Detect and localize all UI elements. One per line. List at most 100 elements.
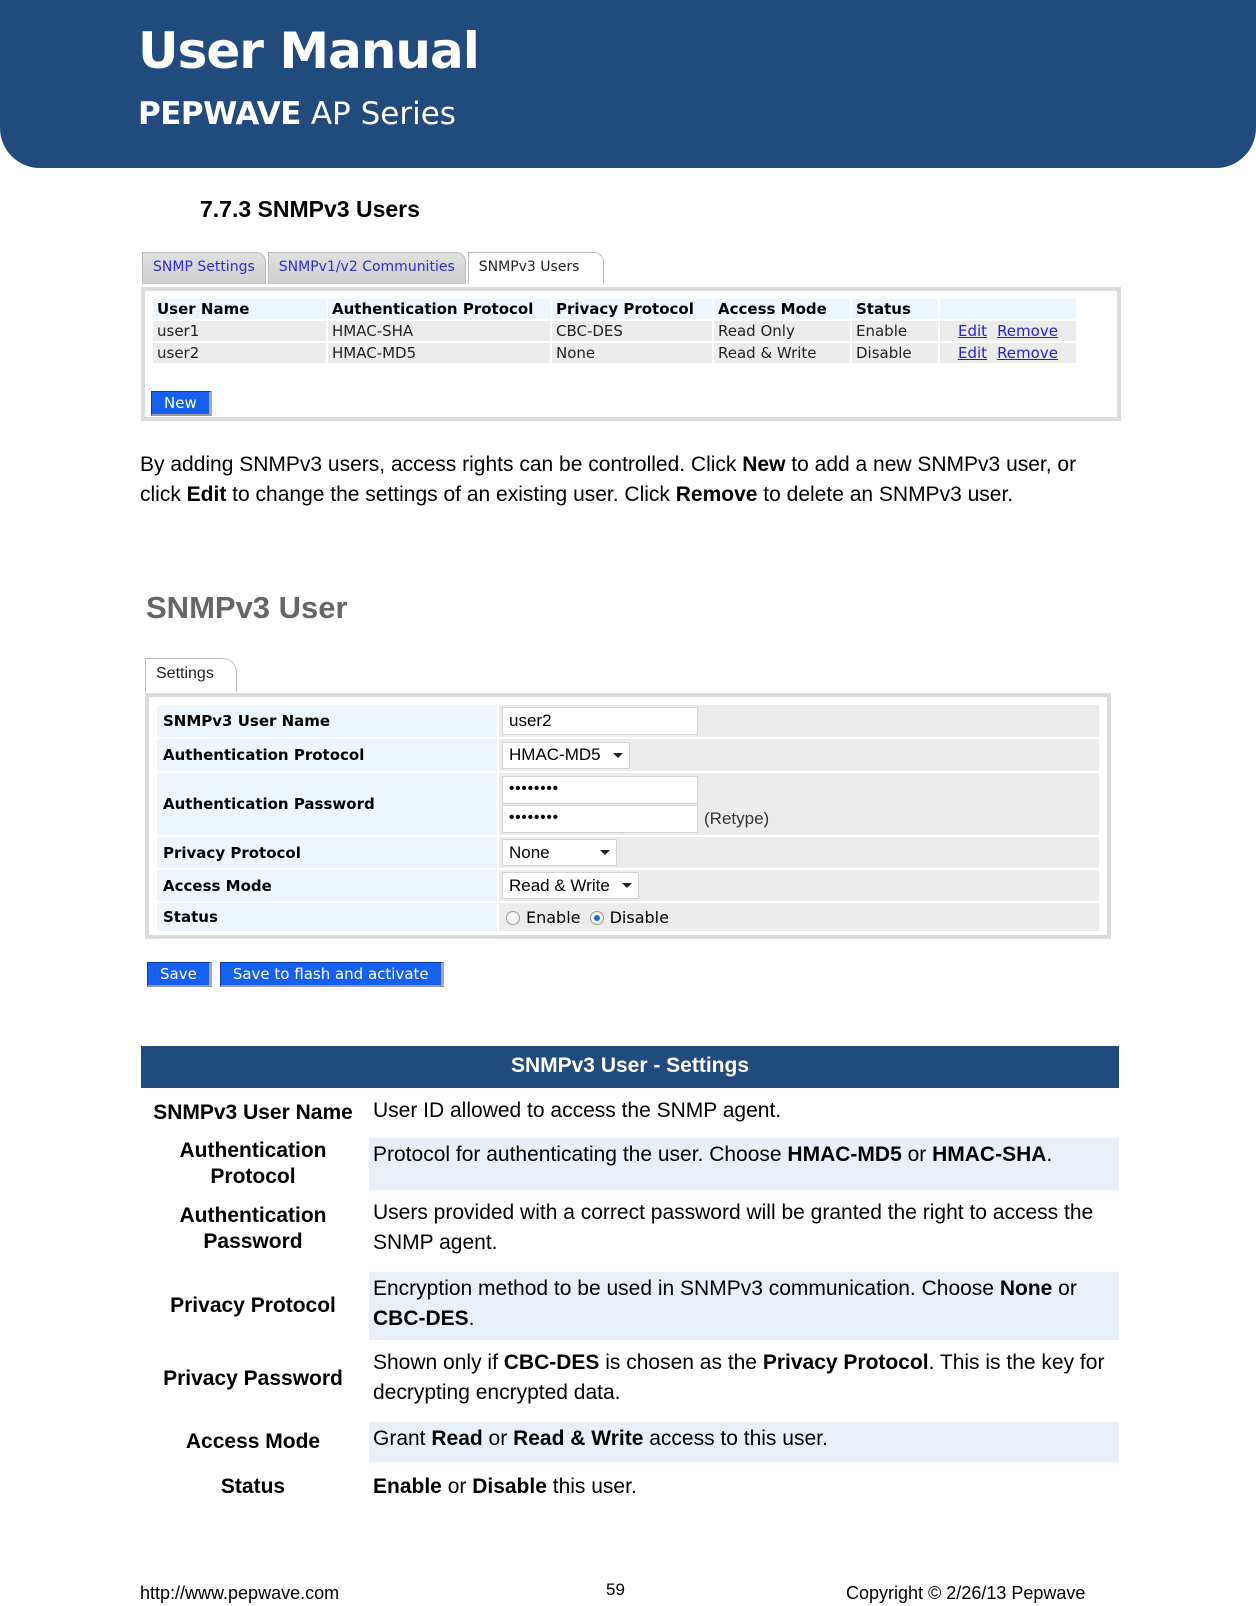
text: User ID allowed to access the SNMP agent… [373,1099,782,1122]
bold-text: None [999,1277,1053,1300]
setting-name: Privacy Password [163,1367,343,1390]
manual-title: User Manual [138,22,480,80]
settings-table-row: Status Enable or Disable this user. [141,1470,1119,1504]
bold-text: HMAC-MD5 [787,1143,902,1166]
text: Users provided with a correct password w… [373,1201,1094,1254]
user-name-input[interactable]: user2 [502,707,698,735]
access-mode-select[interactable]: Read & Write [502,872,639,899]
header-banner: User Manual PEPWAVE AP Series [0,0,1256,168]
auth-password-input[interactable]: •••••••• [502,775,698,804]
users-panel: User Name Authentication Protocol Privac… [141,287,1121,421]
text: . [1046,1143,1053,1166]
remove-link[interactable]: Remove [997,322,1058,340]
setting-description: Enable or Disable this user. [369,1470,1119,1504]
bold-text: Read & Write [513,1427,644,1450]
settings-table-row: Privacy Password Shown only if CBC-DES is… [141,1346,1119,1412]
table-row: user1 HMAC-SHA CBC-DES Read Only Enable … [153,321,1076,341]
tab-snmp-settings[interactable]: SNMP Settings [142,252,266,284]
setting-description: Encryption method to be used in SNMPv3 c… [369,1272,1119,1340]
form-row-status: Status Enable Disable [157,903,1099,931]
users-table: User Name Authentication Protocol Privac… [151,297,1078,365]
table-row: user2 HMAC-MD5 None Read & Write Disable… [153,343,1076,363]
settings-table-row: SNMPv3 User Name User ID allowed to acces… [141,1094,1119,1128]
save-button[interactable]: Save [147,962,212,987]
privacy-protocol-select[interactable]: None [502,839,617,866]
auth-protocol-select[interactable]: HMAC-MD5 [502,741,630,769]
text: . [468,1307,475,1330]
settings-form-table: SNMPv3 User Name user2 Authentication Pr… [155,703,1101,933]
privacy-protocol-cell: None [552,343,712,363]
text: By adding SNMPv3 users, access rights ca… [140,453,743,476]
field-label: Authentication Protocol [157,739,497,771]
section-heading: 7.7.3 SNMPv3 Users [200,196,420,222]
col-access-mode: Access Mode [714,299,850,319]
setting-name: Status [220,1475,286,1498]
col-auth-protocol: Authentication Protocol [328,299,550,319]
setting-description: Grant Read or Read & Write access to thi… [369,1422,1119,1462]
edit-link[interactable]: Edit [958,344,987,362]
tab-settings[interactable]: Settings [145,658,237,692]
form-title: SNMPv3 User [146,590,348,625]
field-value: user2 [499,705,1099,737]
series-name: AP Series [310,96,456,132]
status-disable-radio[interactable] [589,911,604,925]
form-row-privacy-protocol: Privacy Protocol None [157,837,1099,868]
snmp-tabs: SNMP Settings SNMPv1/v2 Communities SNMP… [142,252,606,284]
field-label: Status [157,903,497,931]
text: Grant [373,1427,432,1450]
bold-text: Remove [675,483,758,506]
col-user-name: User Name [153,299,326,319]
bold-text: Disable [472,1475,547,1498]
form-buttons: Save Save to flash and activate [147,962,444,987]
bold-text: Enable [373,1475,442,1498]
auth-password-retype-input[interactable]: •••••••• [502,804,698,833]
text: is chosen as the [599,1351,763,1374]
settings-table-row: Authentication Password Users provided wi… [141,1196,1119,1262]
setting-description: Shown only if CBC-DES is chosen as the P… [369,1346,1119,1412]
remove-link[interactable]: Remove [997,344,1058,362]
footer-copyright: Copyright © 2/26/13 Pepwave [846,1583,1086,1603]
radio-label: Enable [526,907,581,927]
field-value: None [499,837,1099,868]
access-mode-cell: Read Only [714,321,850,341]
settings-table-row: Privacy Protocol Encryption method to be … [141,1272,1119,1340]
settings-table-title: SNMPv3 User - Settings [141,1046,1119,1088]
edit-link[interactable]: Edit [958,322,987,340]
text: Shown only if [373,1351,504,1374]
new-user-button[interactable]: New [151,391,212,416]
setting-name: Authentication Protocol [179,1139,327,1188]
footer-url[interactable]: http://www.pepwave.com [140,1583,339,1604]
chevron-down-icon [600,850,610,855]
form-row-user-name: SNMPv3 User Name user2 [157,705,1099,737]
bold-text: HMAC-SHA [932,1143,1047,1166]
form-tabs: Settings [145,658,237,692]
retype-label: (Retype) [704,808,770,828]
user-name-cell: user2 [153,343,326,363]
selected-value: Read & Write [509,875,610,895]
text: or [441,1475,473,1498]
actions-cell: Edit Remove [940,343,1076,363]
field-label: Access Mode [157,870,497,901]
save-activate-button[interactable]: Save to flash and activate [219,962,444,987]
status-enable-radio[interactable] [506,911,520,925]
tab-snmpv3-users[interactable]: SNMPv3 Users [467,252,605,284]
tab-snmp-communities[interactable]: SNMPv1/v2 Communities [267,252,466,284]
user-name-cell: user1 [153,321,326,341]
field-value: •••••••• •••••••• (Retype) [499,773,1099,835]
chevron-down-icon [612,752,623,758]
page-number: 59 [606,1580,625,1599]
form-row-auth-protocol: Authentication Protocol HMAC-MD5 [157,739,1099,771]
text: or [901,1143,933,1166]
radio-label: Disable [609,907,669,927]
setting-name: Authentication Password [179,1204,327,1253]
setting-description: Users provided with a correct password w… [369,1196,1119,1262]
status-cell: Disable [852,343,938,363]
privacy-protocol-cell: CBC-DES [552,321,712,341]
form-row-access-mode: Access Mode Read & Write [157,870,1099,901]
text: or [1052,1277,1077,1300]
bold-text: Privacy Protocol [762,1351,929,1374]
bold-text: CBC-DES [503,1351,600,1374]
text: Encryption method to be used in SNMPv3 c… [373,1277,1000,1300]
col-actions [940,299,1076,319]
field-label: Privacy Protocol [157,837,497,868]
